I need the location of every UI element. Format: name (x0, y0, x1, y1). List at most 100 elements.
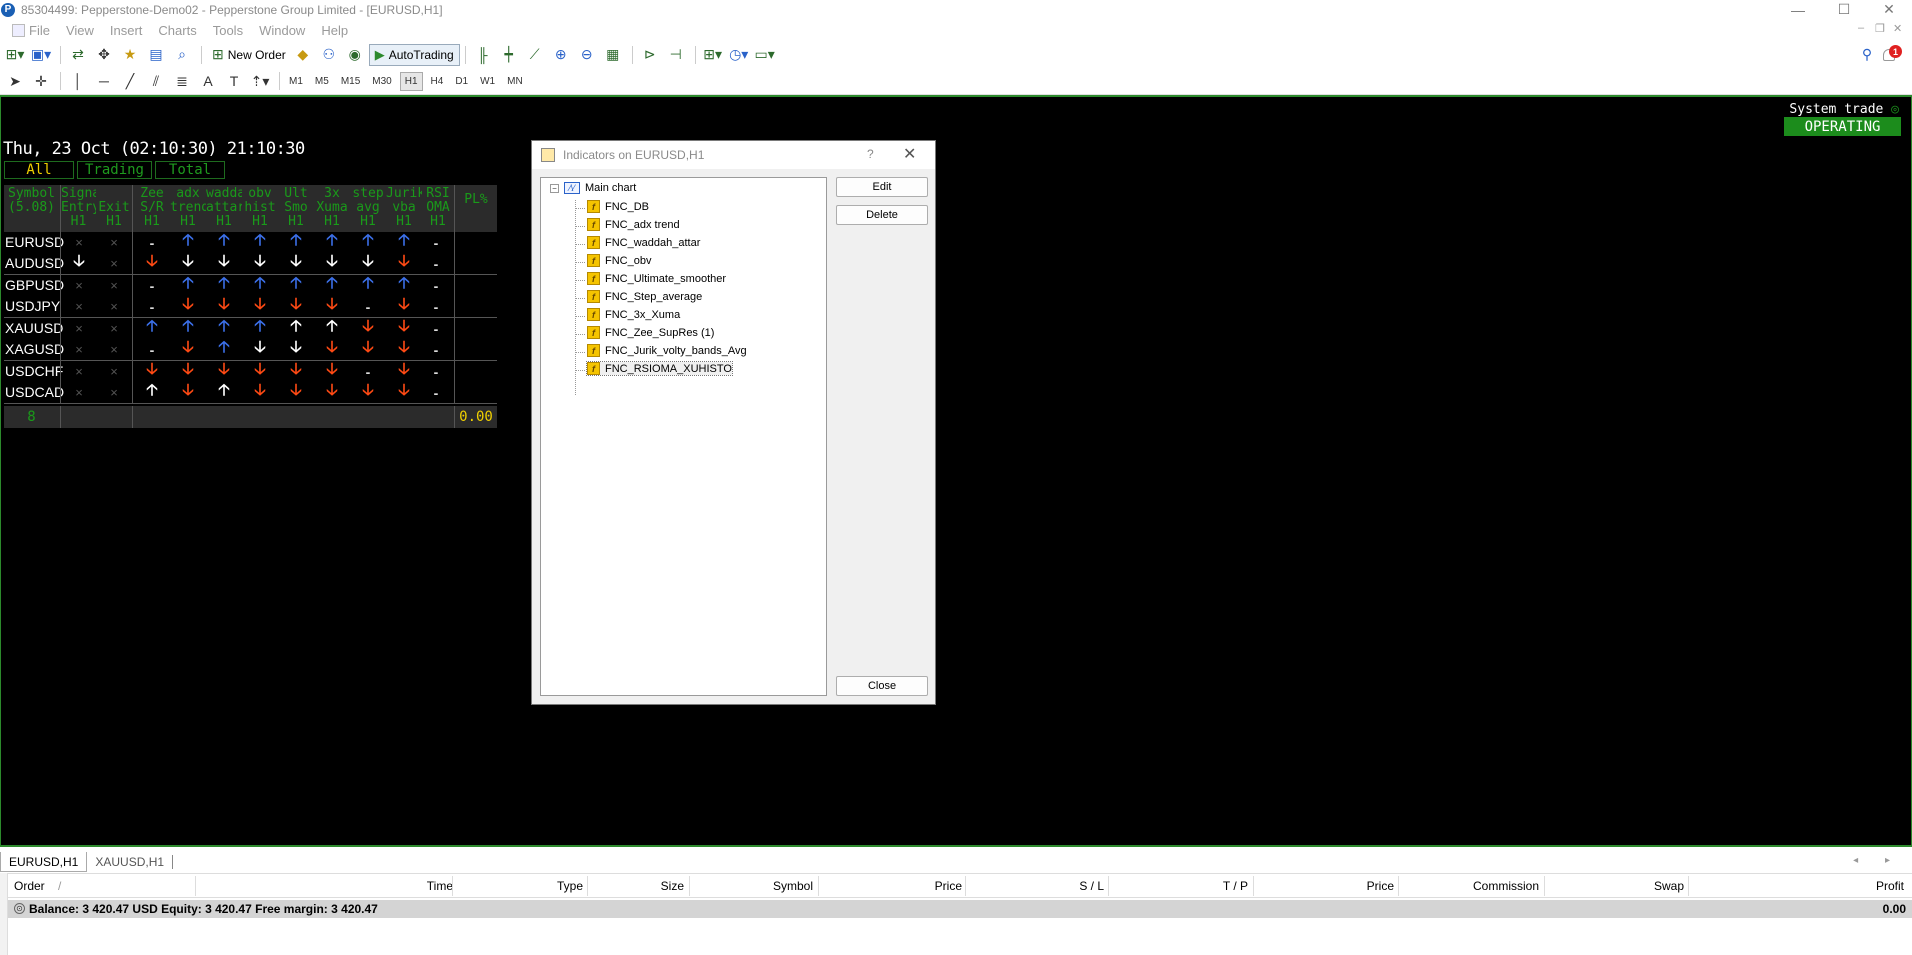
dashboard-tab-all[interactable]: All (4, 161, 74, 179)
menu-view[interactable]: View (58, 23, 102, 38)
indicator-item[interactable]: f FNC_DB (587, 200, 649, 213)
indicator-item[interactable]: f FNC_3x_Xuma (587, 308, 680, 321)
dashboard-row[interactable]: XAGUSD × × - 🡣 🡡 🡣 🡣 🡣 🡣 🡣 - (4, 339, 497, 360)
terminal-col-price-6[interactable]: Price (935, 879, 962, 893)
delete-button[interactable]: Delete (836, 205, 928, 225)
indicator-item[interactable]: f FNC_obv (587, 254, 651, 267)
mdi-minimize-button[interactable]: – (1858, 22, 1864, 34)
indicator-item[interactable]: f FNC_Step_average (587, 290, 702, 303)
periods-icon[interactable]: ◷▾ (727, 44, 751, 66)
text-icon[interactable]: A (196, 70, 220, 92)
search-icon[interactable]: ⚲ (1855, 44, 1879, 66)
column-separator[interactable] (1253, 876, 1254, 896)
metaeditor-icon[interactable]: ◆ (291, 44, 315, 66)
terminal-icon[interactable]: ▤ (144, 44, 168, 66)
trendline-icon[interactable]: ╱ (118, 70, 142, 92)
balance-row[interactable]: ⊙ Balance: 3 420.47 USD Equity: 3 420.47… (0, 900, 1912, 918)
chart-tab-eurusd[interactable]: EURUSD,H1 (0, 852, 88, 872)
equidistant-channel-icon[interactable]: ⫽ (144, 70, 168, 92)
dashboard-row[interactable]: AUDUSD 🡣 × 🡣 🡣 🡣 🡣 🡣 🡣 🡣 🡣 - (4, 253, 497, 274)
close-button[interactable]: Close (836, 676, 928, 696)
zoom-in-icon[interactable]: ⊕ (549, 44, 573, 66)
menu-window[interactable]: Window (251, 23, 313, 38)
timeframe-m5[interactable]: M5 (311, 73, 333, 90)
column-separator[interactable] (965, 876, 966, 896)
menu-insert[interactable]: Insert (102, 23, 151, 38)
indicator-tree[interactable]: − ⁄\⁄ Main chart f FNC_DB f FNC_adx trend f F… (540, 177, 827, 696)
edit-button[interactable]: Edit (836, 177, 928, 197)
column-separator[interactable] (689, 876, 690, 896)
indicator-item[interactable]: f FNC_Jurik_volty_bands_Avg (587, 344, 747, 357)
tile-icon[interactable]: ▦ (601, 44, 625, 66)
timeframe-d1[interactable]: D1 (451, 73, 472, 90)
indicator-item[interactable]: f FNC_waddah_attar (587, 236, 700, 249)
column-separator[interactable] (587, 876, 588, 896)
maximize-button[interactable]: ☐ (1821, 0, 1867, 19)
terminal-col-commission-10[interactable]: Commission (1473, 879, 1539, 893)
new-order-button[interactable]: ⊞ New Order (207, 44, 291, 66)
indicators-icon[interactable]: ⊞▾ (701, 44, 725, 66)
vps-icon[interactable]: ◉ (343, 44, 367, 66)
dashboard-row[interactable]: USDCAD × × 🡡 🡣 🡡 🡣 🡣 🡣 🡣 🡣 - (4, 382, 497, 403)
candles-icon[interactable]: ┿ (497, 44, 521, 66)
minimize-button[interactable]: — (1775, 0, 1821, 19)
data-window-icon[interactable]: ★ (118, 44, 142, 66)
terminal-side-handle[interactable] (0, 873, 8, 955)
arrows-icon[interactable]: ⇡▾ (248, 70, 272, 92)
menu-help[interactable]: Help (313, 23, 356, 38)
dashboard-tab-trading[interactable]: Trading (77, 161, 152, 179)
bar-chart-icon[interactable]: ╟ (471, 44, 495, 66)
navigator-icon[interactable]: ✥ (92, 44, 116, 66)
timeframe-m1[interactable]: M1 (285, 73, 307, 90)
chart-shift-icon[interactable]: ⊣ (664, 44, 688, 66)
column-separator[interactable] (1108, 876, 1109, 896)
autotrading-button[interactable]: ▶ AutoTrading (368, 43, 460, 66)
indicator-item[interactable]: f FNC_Zee_SupRes (1) (587, 326, 714, 339)
zoom-out-icon[interactable]: ⊖ (575, 44, 599, 66)
column-separator[interactable] (1688, 876, 1689, 896)
text-label-icon[interactable]: T (222, 70, 246, 92)
crosshair-icon[interactable]: ✛ (29, 70, 53, 92)
dashboard-row[interactable]: XAUUSD × × 🡡 🡡 🡡 🡡 🡡 🡡 🡣 🡣 - (4, 318, 497, 339)
chart-tab-xauusd[interactable]: XAUUSD,H1 (87, 852, 172, 872)
market-watch-icon[interactable]: ⇄ (66, 44, 90, 66)
strategy-tester-icon[interactable]: ⌕ (170, 44, 194, 66)
column-separator[interactable] (1544, 876, 1545, 896)
column-separator[interactable] (195, 876, 196, 896)
profiles-icon[interactable]: ▣▾ (29, 44, 53, 66)
signals-icon[interactable]: ⚇ (317, 44, 341, 66)
new-chart-icon[interactable]: ⊞▾ (3, 44, 27, 66)
vertical-line-icon[interactable]: │ (66, 70, 90, 92)
menu-file[interactable]: File (4, 23, 58, 38)
terminal-col-size-4[interactable]: Size (661, 879, 684, 893)
bell-icon[interactable]: 1 (1883, 45, 1902, 63)
templates-icon[interactable]: ▭▾ (753, 44, 777, 66)
dashboard-tab-total[interactable]: Total (155, 161, 225, 179)
tree-root-main-chart[interactable]: − ⁄\⁄ Main chart (550, 182, 636, 194)
terminal-col-price-9[interactable]: Price (1367, 879, 1394, 893)
mdi-restore-button[interactable]: ❐ (1875, 22, 1885, 35)
column-separator[interactable] (452, 876, 453, 896)
fibonacci-icon[interactable]: ≣ (170, 70, 194, 92)
column-separator[interactable] (818, 876, 819, 896)
menu-charts[interactable]: Charts (150, 23, 204, 38)
timeframe-m15[interactable]: M15 (337, 73, 364, 90)
indicator-item[interactable]: f FNC_Ultimate_smoother (587, 272, 726, 285)
auto-scroll-icon[interactable]: ⊳ (638, 44, 662, 66)
dashboard-row[interactable]: USDCHF × × 🡣 🡣 🡣 🡣 🡣 🡣 - 🡣 - (4, 361, 497, 382)
tab-scroll-arrows[interactable]: ◂ ▸ (1853, 855, 1902, 866)
dashboard-row[interactable]: GBPUSD × × - 🡡 🡡 🡡 🡡 🡡 🡡 🡡 - (4, 275, 497, 296)
terminal-col-time-2[interactable]: Time (427, 879, 453, 893)
terminal-col-sl-7[interactable]: S / L (1079, 879, 1104, 893)
terminal-col-swap-11[interactable]: Swap (1654, 879, 1684, 893)
timeframe-m30[interactable]: M30 (368, 73, 395, 90)
line-chart-icon[interactable]: ⟋ (523, 44, 547, 66)
indicator-item[interactable]: f FNC_adx trend (587, 218, 680, 231)
mdi-close-button[interactable]: ✕ (1893, 22, 1902, 35)
terminal-col--1[interactable]: / (58, 879, 61, 893)
timeframe-h4[interactable]: H4 (427, 73, 448, 90)
dashboard-row[interactable]: USDJPY × × - 🡣 🡣 🡣 🡣 🡣 - 🡣 - (4, 296, 497, 317)
window-close-button[interactable]: ✕ (1866, 0, 1912, 19)
chart-window[interactable]: Thu, 23 Oct (02:10:30) 21:10:30 All Trad… (0, 95, 1912, 847)
timeframe-h1[interactable]: H1 (399, 71, 423, 91)
